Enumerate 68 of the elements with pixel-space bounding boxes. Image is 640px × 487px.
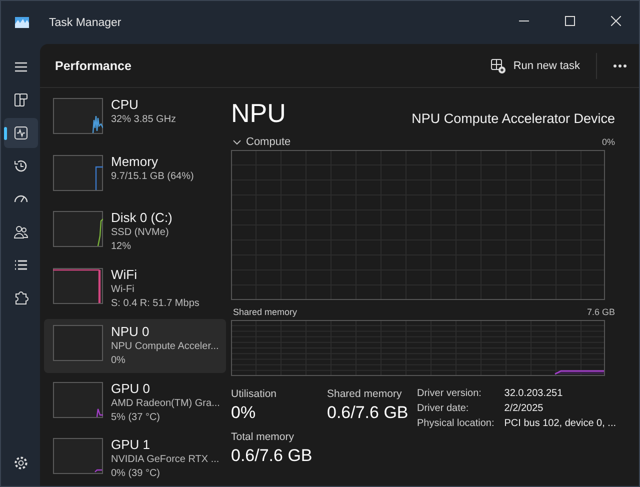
device-name: WiFi: [111, 266, 138, 284]
device-item[interactable]: GPU 0 AMD Radeon(TM) Gra... 5% (37 °C): [44, 376, 226, 430]
stat-label: Total memory: [231, 431, 296, 443]
graph-max-label: 0%: [602, 137, 615, 147]
pulse-icon: [12, 125, 28, 141]
device-item[interactable]: Memory 9.7/15.1 GB (64%): [44, 148, 226, 202]
device-name: NPU 0: [111, 322, 150, 340]
device-stat: 0%: [111, 354, 126, 368]
device-full-name: NPU Compute Accelerator Device: [412, 111, 615, 126]
chevron-icon: [233, 140, 241, 144]
device-item[interactable]: NPU 0 NPU Compute Acceler... 0%: [44, 318, 226, 373]
close-icon: [611, 16, 621, 26]
device-item[interactable]: CPU 32% 3.85 GHz: [44, 92, 226, 146]
add-window-icon: [490, 58, 506, 74]
property-value: PCI bus 102, device 0, ...: [504, 418, 616, 429]
compute-toggle[interactable]: Compute: [233, 136, 291, 148]
device-name: CPU: [111, 96, 140, 113]
property-label: Driver date:: [417, 403, 470, 414]
device-stat: NPU Compute Acceler...: [111, 340, 219, 354]
selection-indicator: [4, 127, 6, 140]
puzzle-icon: [12, 290, 28, 306]
property-value: 32.0.203.251: [504, 388, 564, 399]
device-stat: NVIDIA GeForce RTX ...: [111, 453, 220, 468]
usage-graph: [53, 154, 103, 191]
usage-graph: [53, 438, 103, 474]
usage-graph: [53, 211, 103, 248]
device-stat: 12%: [111, 240, 132, 254]
pulse-nav-button[interactable]: [4, 118, 38, 148]
usage-graph: [53, 98, 103, 134]
device-stat: Wi-Fi: [111, 283, 136, 298]
device-item[interactable]: WiFi Wi-Fi S: 0.4 R: 51.7 Mbps: [44, 262, 226, 316]
settings-icon: [12, 455, 28, 471]
stat-label: Shared memory: [327, 388, 403, 400]
device-stat: 9.7/15.1 GB (64%): [111, 170, 194, 184]
graph-max-label: 7.6 GB: [586, 307, 615, 317]
device-stat: S: 0.4 R: 51.7 Mbps: [111, 297, 200, 312]
device-name: GPU 1: [111, 436, 152, 454]
more-icon: [613, 64, 627, 68]
device-title: NPU: [231, 98, 286, 128]
stat-value: 0.6/7.6 GB: [231, 446, 314, 466]
device-stat: 0% (39 °C): [111, 467, 162, 482]
stat-value: 0%: [231, 403, 257, 423]
device-stat: AMD Radeon(TM) Gra...: [111, 396, 220, 411]
usage-graph: [53, 268, 103, 304]
users-icon: [12, 224, 28, 240]
graph-label: Shared memory: [233, 307, 298, 317]
device-stat: SSD (NVMe): [111, 226, 170, 240]
usage-graph: [53, 324, 103, 361]
stat-label: Utilisation: [231, 388, 278, 400]
property-label: Physical location:: [417, 418, 494, 429]
device-name: GPU 0: [111, 380, 152, 397]
grid-icon: [12, 92, 28, 108]
maximize-icon: [565, 16, 575, 26]
property-label: Driver version:: [417, 388, 482, 399]
window-title: Task Manager: [49, 16, 122, 28]
page-title: Performance: [55, 58, 132, 72]
run-new-task-button[interactable]: Run new task: [484, 54, 586, 78]
app-icon: [15, 17, 29, 28]
device-name: Memory: [111, 152, 159, 170]
device-item[interactable]: GPU 1 NVIDIA GeForce RTX ... 0% (39 °C): [44, 432, 226, 486]
usage-graph: [53, 382, 103, 418]
device-name: Disk 0 (C:): [111, 209, 172, 226]
stat-value: 0.6/7.6 GB: [327, 403, 410, 423]
device-item[interactable]: Disk 0 (C:) SSD (NVMe) 12%: [44, 205, 226, 260]
history-icon: [12, 158, 28, 174]
property-value: 2/2/2025: [504, 403, 544, 414]
device-stat: 32% 3.85 GHz: [111, 113, 176, 127]
device-stat: 5% (37 °C): [111, 410, 162, 425]
